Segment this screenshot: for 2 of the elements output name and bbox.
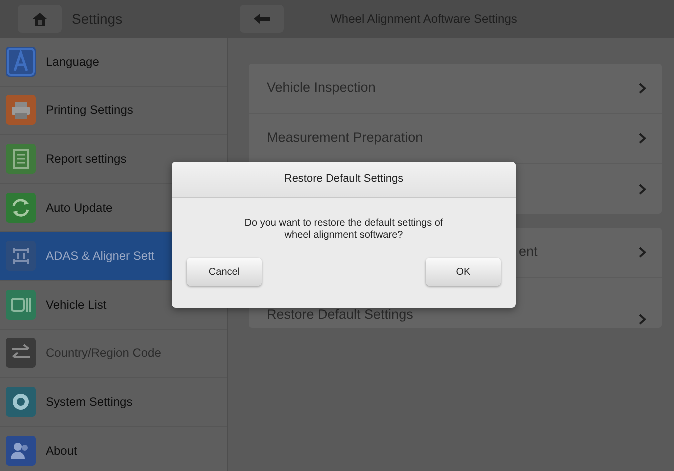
dialog-message: Do you want to restore the default settings of wheel alignment software? (244, 217, 444, 242)
dialog-title: Restore Default Settings (172, 162, 516, 198)
